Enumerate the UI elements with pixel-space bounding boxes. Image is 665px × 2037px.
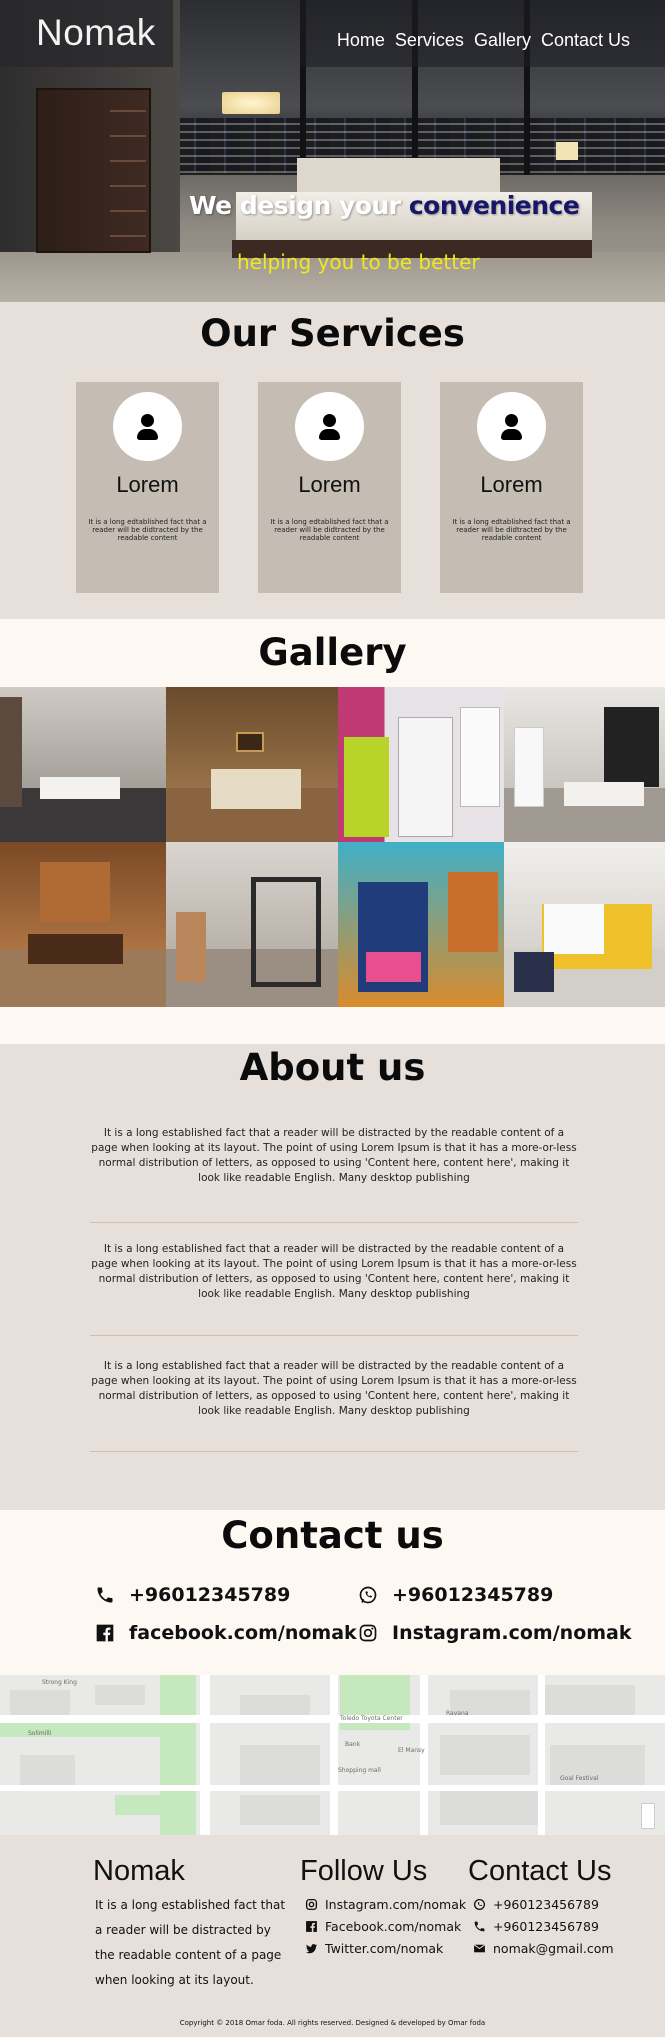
hero-bedside-lamp <box>556 142 578 160</box>
phone-icon <box>95 1585 115 1605</box>
about-divider <box>90 1335 578 1336</box>
map-label: Toledo Toyota Center <box>340 1715 403 1722</box>
service-card-title: Lorem <box>298 472 361 497</box>
gallery-title: Gallery <box>258 631 407 674</box>
gallery-photo[interactable] <box>166 687 338 842</box>
main-nav: Home Services Gallery Contact Us <box>337 30 630 51</box>
gallery-section: Gallery <box>0 619 665 1044</box>
about-section: About us It is a long established fact t… <box>0 1044 665 1510</box>
contact-facebook-text: facebook.com/nomak <box>129 1622 357 1644</box>
contact-phone-text: +96012345789 <box>129 1584 291 1606</box>
map-label: Goal Festival <box>560 1775 599 1782</box>
contact-instagram-text: Instagram.com/nomak <box>392 1622 632 1644</box>
location-map[interactable]: Strong King Toledo Toyota Center Shoppin… <box>0 1675 665 1835</box>
footer-whatsapp-text: +960123456789 <box>493 1897 599 1912</box>
map-label: El Mansy <box>398 1747 425 1754</box>
service-card-title: Lorem <box>480 472 543 497</box>
gallery-photo[interactable] <box>338 842 504 1007</box>
footer-facebook-link[interactable]: Facebook.com/nomak <box>304 1919 461 1934</box>
footer-about-text: It is a long established fact that a rea… <box>95 1898 286 1987</box>
site-logo[interactable]: Nomak <box>36 12 156 54</box>
map-label: Solimilli <box>28 1730 52 1737</box>
about-paragraph: It is a long established fact that a rea… <box>91 1127 577 1184</box>
user-icon <box>477 392 546 461</box>
footer: Nomak It is a long established fact that… <box>0 1835 665 2037</box>
phone-icon <box>472 1920 486 1934</box>
service-card-title: Lorem <box>116 472 179 497</box>
footer-phone-text: +960123456789 <box>493 1919 599 1934</box>
gallery-photo[interactable] <box>504 842 665 1007</box>
services-section: Our Services Lorem It is a long edtablis… <box>0 302 665 619</box>
user-icon <box>295 392 364 461</box>
whatsapp-icon <box>472 1898 486 1912</box>
contact-whatsapp[interactable]: +96012345789 <box>358 1584 553 1606</box>
gallery-grid <box>0 687 665 1007</box>
footer-twitter-link[interactable]: Twitter.com/nomak <box>304 1941 443 1956</box>
footer-phone-link[interactable]: +960123456789 <box>472 1919 599 1934</box>
contact-whatsapp-text: +96012345789 <box>392 1584 554 1606</box>
gallery-photo[interactable] <box>338 687 504 842</box>
gallery-photo[interactable] <box>504 687 665 842</box>
facebook-icon <box>95 1623 115 1643</box>
footer-twitter-text: Twitter.com/nomak <box>325 1941 444 1956</box>
about-paragraph: It is a long established fact that a rea… <box>91 1360 577 1417</box>
service-card-text: It is a long edtablished fact that a rea… <box>88 518 207 542</box>
footer-whatsapp-link[interactable]: +960123456789 <box>472 1897 599 1912</box>
facebook-icon <box>304 1920 318 1934</box>
gallery-photo[interactable] <box>0 842 166 1007</box>
gallery-photo[interactable] <box>0 687 166 842</box>
hero-cabinet <box>36 88 151 253</box>
map-zoom-control[interactable] <box>641 1803 655 1829</box>
map-label: Ravana <box>446 1710 469 1717</box>
footer-facebook-text: Facebook.com/nomak <box>325 1919 462 1934</box>
footer-instagram-text: Instagram.com/nomak <box>325 1897 467 1912</box>
service-card: Lorem It is a long edtablished fact that… <box>440 382 583 593</box>
nav-services[interactable]: Services <box>395 30 464 51</box>
hero-banner: Nomak Home Services Gallery Contact Us W… <box>0 0 665 302</box>
instagram-icon <box>304 1898 318 1912</box>
about-divider <box>90 1451 578 1452</box>
gallery-photo[interactable] <box>166 842 338 1007</box>
hero-ceiling-lamp <box>222 92 280 114</box>
hero-headline-lead: We design your <box>189 191 401 220</box>
about-paragraph: It is a long established fact that a rea… <box>91 1243 577 1300</box>
twitter-icon <box>304 1942 318 1956</box>
user-icon <box>113 392 182 461</box>
about-divider <box>90 1222 578 1223</box>
hero-subline: helping you to be better <box>237 250 480 274</box>
map-label: Shopping mall <box>338 1767 381 1774</box>
services-title: Our Services <box>200 312 465 355</box>
instagram-icon <box>358 1623 378 1643</box>
hero-headline: We design your convenience <box>189 191 580 220</box>
contact-phone[interactable]: +96012345789 <box>95 1584 290 1606</box>
whatsapp-icon <box>358 1585 378 1605</box>
footer-email-text: nomak@gmail.com <box>493 1941 614 1956</box>
footer-follow-title: Follow Us <box>300 1855 428 1887</box>
service-card: Lorem It is a long edtablished fact that… <box>258 382 401 593</box>
envelope-icon <box>472 1942 486 1956</box>
nav-home[interactable]: Home <box>337 30 385 51</box>
contact-section: Contact us +96012345789 +96012345789 fac… <box>0 1510 665 1675</box>
footer-contact-title: Contact Us <box>468 1855 612 1887</box>
footer-instagram-link[interactable]: Instagram.com/nomak <box>304 1897 466 1912</box>
nav-contact-us[interactable]: Contact Us <box>541 30 630 51</box>
service-card-text: It is a long edtablished fact that a rea… <box>452 518 571 542</box>
copyright: Copyright © 2018 Omar foda. All rights r… <box>179 2019 486 2027</box>
footer-email-link[interactable]: nomak@gmail.com <box>472 1941 614 1956</box>
hero-headline-accent: convenience <box>408 191 580 220</box>
about-title: About us <box>239 1046 426 1089</box>
footer-brand: Nomak <box>93 1855 185 1887</box>
map-label: Bank <box>345 1741 361 1748</box>
map-label: Strong King <box>42 1679 77 1686</box>
contact-title: Contact us <box>221 1514 444 1557</box>
service-card: Lorem It is a long edtablished fact that… <box>76 382 219 593</box>
contact-instagram[interactable]: Instagram.com/nomak <box>358 1622 632 1644</box>
nav-gallery[interactable]: Gallery <box>474 30 531 51</box>
contact-facebook[interactable]: facebook.com/nomak <box>95 1622 357 1644</box>
service-card-text: It is a long edtablished fact that a rea… <box>270 518 389 542</box>
